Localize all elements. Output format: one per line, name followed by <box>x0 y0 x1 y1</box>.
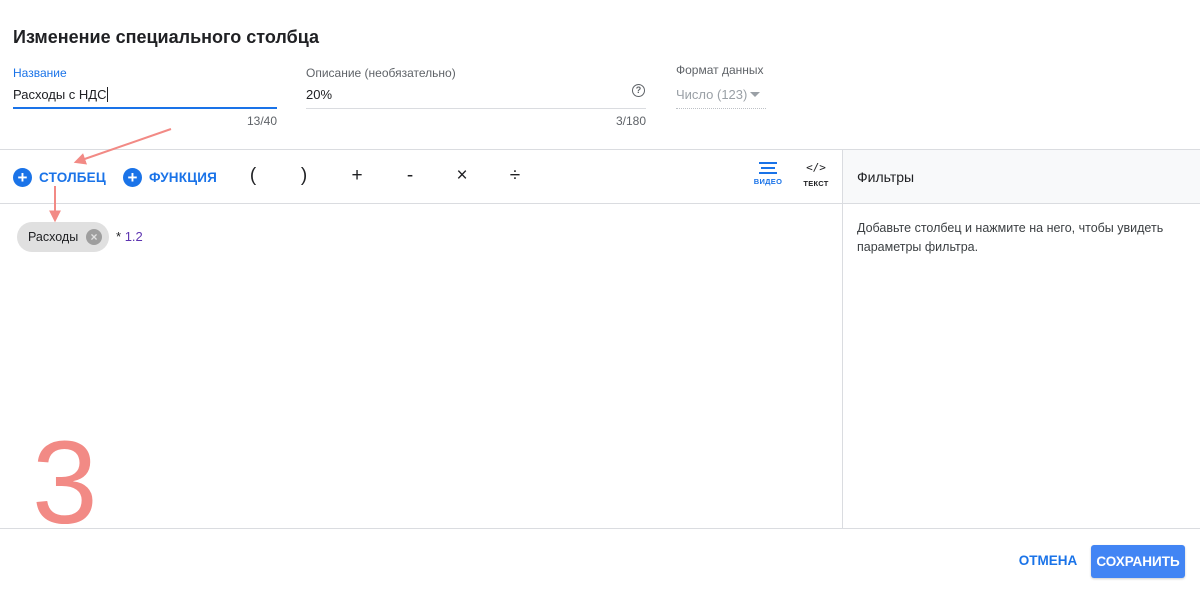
annotation-step-number: 3 <box>32 417 98 549</box>
cancel-button[interactable]: ОТМЕНА <box>1013 545 1083 577</box>
custom-column-dialog: Изменение специального столбца Название … <box>0 0 1200 592</box>
annotation-arrow-column <box>73 128 172 165</box>
save-button[interactable]: СОХРАНИТЬ <box>1091 545 1185 578</box>
annotation-arrows <box>49 128 172 223</box>
